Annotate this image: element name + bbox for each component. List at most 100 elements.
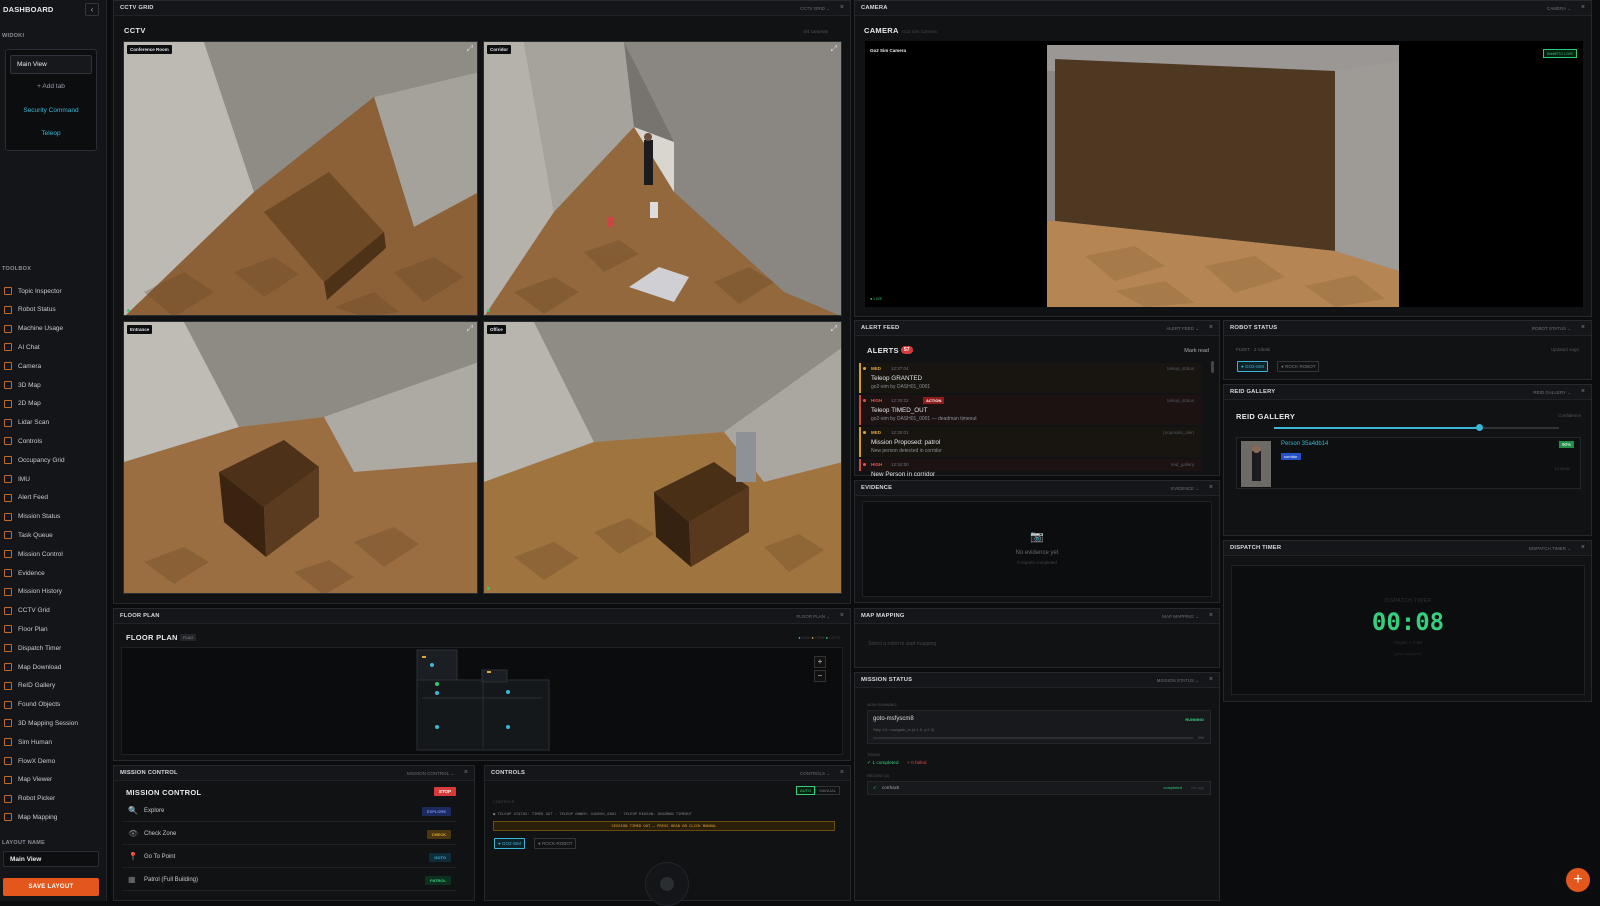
manual-mode-button[interactable]: MANUAL: [815, 786, 840, 795]
toolbox-item-ai-chat[interactable]: AI Chat: [4, 340, 104, 354]
close-icon[interactable]: ×: [840, 769, 844, 776]
alert-item[interactable]: HIGH 12:35:22 ACTION teleop_status Teleop TI…: [859, 395, 1202, 425]
tab-teleop[interactable]: Teleop: [6, 130, 96, 137]
tab-main-view[interactable]: Main View: [10, 55, 92, 74]
scrollbar[interactable]: [1211, 361, 1214, 373]
save-layout-button[interactable]: SAVE LAYOUT: [3, 878, 99, 896]
widget-select[interactable]: REID GALLERY ⌄: [1533, 390, 1571, 396]
robot-chip-go2-sim[interactable]: ● GO2-SIM: [494, 838, 525, 849]
expand-icon[interactable]: ⤢: [831, 44, 837, 54]
mission-tag[interactable]: CHECK: [426, 830, 451, 839]
running-mission-card[interactable]: goto-msfyscm8 RUNNING Step 1/1: navigate…: [867, 710, 1211, 744]
joystick-pad[interactable]: [645, 862, 689, 906]
toolbox-item-topic-inspector[interactable]: Topic Inspector: [4, 284, 104, 298]
cctv-cam-corridor[interactable]: Corridor ⤢: [483, 41, 842, 316]
slider-handle[interactable]: [1476, 424, 1484, 431]
toolbox-item-camera[interactable]: Camera: [4, 359, 104, 373]
close-icon[interactable]: ×: [1209, 676, 1213, 683]
close-icon[interactable]: ×: [840, 612, 844, 619]
robot-chip-rock[interactable]: ● ROCK-ROBOT: [1277, 361, 1320, 372]
toolbox-item-alert-feed[interactable]: Alert Feed: [4, 491, 104, 505]
widget-select[interactable]: CAMERA ⌄: [1547, 6, 1571, 12]
camera-feed[interactable]: Go2 Sim Camera WebRTC LIVE ● LIVE: [865, 41, 1583, 307]
toolbox-item-map-viewer[interactable]: Map Viewer: [4, 773, 104, 787]
close-icon[interactable]: ×: [1209, 324, 1213, 331]
toolbox-item-cctv-grid[interactable]: CCTV Grid: [4, 604, 104, 618]
mark-read-button[interactable]: Mark read: [1184, 348, 1209, 354]
recent-mission-row[interactable]: ✓ corrhack completed 2m ago: [867, 781, 1211, 795]
floor-plan-canvas[interactable]: + −: [121, 647, 843, 755]
toolbox-item-dispatch-timer[interactable]: Dispatch Timer: [4, 641, 104, 655]
toolbox-item-mission-history[interactable]: Mission History: [4, 585, 104, 599]
toolbox-item-mission-status[interactable]: Mission Status: [4, 510, 104, 524]
toolbox-item-map-download[interactable]: Map Download: [4, 660, 104, 674]
cctv-node[interactable]: [506, 690, 510, 694]
toolbox-item-robot-picker[interactable]: Robot Picker: [4, 792, 104, 806]
alert-item[interactable]: MED 12:37:04 teleop_status Teleop GRANTED go…: [859, 363, 1202, 393]
cctv-node[interactable]: [506, 725, 510, 729]
toolbox-item-imu[interactable]: IMU: [4, 472, 104, 486]
toolbox-item-reid-gallery[interactable]: ReID Gallery: [4, 679, 104, 693]
action-badge[interactable]: ACTION: [923, 397, 945, 404]
add-widget-button[interactable]: +: [1566, 868, 1590, 892]
widget-select[interactable]: CCTV GRID ⌄: [800, 6, 830, 12]
toolbox-item-robot-status[interactable]: Robot Status: [4, 303, 104, 317]
expand-icon[interactable]: ⤢: [467, 324, 473, 334]
mission-option-goto[interactable]: 📍 Go To Point GOTO: [122, 848, 457, 868]
joystick-knob[interactable]: [660, 877, 674, 891]
item-marker[interactable]: [422, 656, 426, 658]
toolbox-item-machine-usage[interactable]: Machine Usage: [4, 322, 104, 336]
alert-item[interactable]: HIGH 12:34:50 reid_gallery New Person in co…: [859, 459, 1202, 478]
toolbox-item-3d-mapping-session[interactable]: 3D Mapping Session: [4, 716, 104, 730]
widget-select[interactable]: MISSION CONTROL ⌄: [407, 771, 454, 777]
cctv-node[interactable]: [435, 691, 439, 695]
toolbox-item-occupancy-grid[interactable]: Occupancy Grid: [4, 453, 104, 467]
zoom-in-button[interactable]: +: [814, 656, 826, 668]
cctv-node[interactable]: [430, 663, 434, 667]
toolbox-item-floor-plan[interactable]: Floor Plan: [4, 622, 104, 636]
robot-chip-go2-sim[interactable]: ● GO2-SIM: [1237, 361, 1268, 372]
cctv-cam-conference-room[interactable]: Conference Room ⤢: [123, 41, 478, 316]
widget-select[interactable]: MISSION STATUS ⌄: [1157, 678, 1199, 684]
toolbox-item-evidence[interactable]: Evidence: [4, 566, 104, 580]
widget-select[interactable]: ALERT FEED ⌄: [1166, 326, 1199, 332]
toolbox-item-mission-control[interactable]: Mission Control: [4, 547, 104, 561]
cctv-node[interactable]: [435, 725, 439, 729]
toolbox-item-controls[interactable]: Controls: [4, 434, 104, 448]
toolbox-item-found-objects[interactable]: Found Objects: [4, 698, 104, 712]
add-tab-button[interactable]: + Add tab: [6, 83, 96, 90]
toolbox-item-sim-human[interactable]: Sim Human: [4, 735, 104, 749]
confidence-slider[interactable]: [1274, 424, 1559, 431]
toolbox-item-3d-map[interactable]: 3D Map: [4, 378, 104, 392]
expand-icon[interactable]: ⤢: [831, 324, 837, 334]
cctv-cam-entrance[interactable]: Entrance ⤢: [123, 321, 478, 594]
toolbox-item-lidar-scan[interactable]: Lidar Scan: [4, 416, 104, 430]
toolbox-item-map-mapping[interactable]: Map Mapping: [4, 810, 104, 824]
close-icon[interactable]: ×: [1581, 544, 1585, 551]
mission-option-check[interactable]: 👁 Check Zone CHECK: [122, 825, 457, 845]
widget-select[interactable]: MAP MAPPING ⌄: [1162, 614, 1199, 620]
alert-item[interactable]: MED 12:35:01 proposals_alert Mission Propos…: [859, 427, 1202, 457]
mission-option-patrol[interactable]: ▦ Patrol (Full Building) PATROL: [122, 871, 457, 891]
mission-tag[interactable]: PATROL: [425, 876, 451, 885]
expand-icon[interactable]: ⤢: [467, 44, 473, 54]
close-icon[interactable]: ×: [1581, 4, 1585, 11]
widget-select[interactable]: ROBOT STATUS ⌄: [1532, 326, 1571, 332]
close-icon[interactable]: ×: [1581, 324, 1585, 331]
mission-tag[interactable]: GOTO: [429, 853, 451, 862]
auto-mode-button[interactable]: AUTO: [795, 786, 815, 795]
go2-node[interactable]: [435, 682, 439, 686]
reid-card[interactable]: Person 35a4db14 90% corridor 12:34:50: [1236, 437, 1581, 489]
robot-chip-rock[interactable]: ● ROCK-ROBOT: [534, 838, 577, 849]
toolbox-item-2d-map[interactable]: 2D Map: [4, 397, 104, 411]
widget-select[interactable]: DISPATCH TIMER ⌄: [1529, 546, 1571, 552]
layout-name-input[interactable]: Main View: [3, 851, 99, 867]
widget-select[interactable]: FLOOR PLAN ⌄: [796, 614, 830, 620]
mission-option-explore[interactable]: 🔍 Explore EXPLORE: [122, 802, 457, 822]
close-icon[interactable]: ×: [1209, 484, 1213, 491]
close-icon[interactable]: ×: [1581, 388, 1585, 395]
cctv-cam-office[interactable]: Office ⤢: [483, 321, 842, 594]
zoom-out-button[interactable]: −: [814, 670, 826, 682]
close-icon[interactable]: ×: [1209, 612, 1213, 619]
stop-button[interactable]: STOP: [433, 787, 456, 796]
